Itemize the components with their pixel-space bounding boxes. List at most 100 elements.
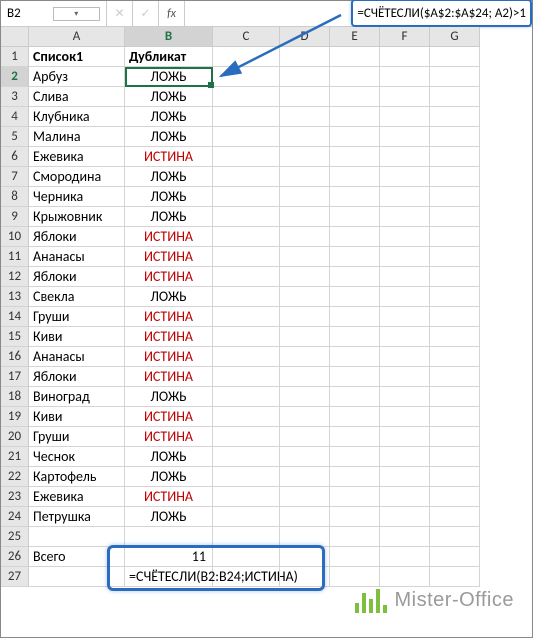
cell[interactable]: [330, 527, 380, 547]
row-header[interactable]: 9: [1, 207, 29, 227]
cell[interactable]: [213, 527, 280, 547]
cell[interactable]: [280, 147, 330, 167]
cell[interactable]: [330, 347, 380, 367]
cell[interactable]: [430, 447, 480, 467]
cell[interactable]: [213, 327, 280, 347]
cell[interactable]: [330, 247, 380, 267]
cell-duplicate-flag[interactable]: ИСТИНА: [125, 367, 213, 387]
cell[interactable]: [213, 187, 280, 207]
cell-list-item[interactable]: Слива: [29, 87, 125, 107]
cell-list-item[interactable]: Груши: [29, 307, 125, 327]
cell-duplicate-flag[interactable]: ЛОЖЬ: [125, 87, 213, 107]
cell-list-item[interactable]: Ежевика: [29, 487, 125, 507]
row-header[interactable]: 10: [1, 227, 29, 247]
cell[interactable]: [280, 227, 330, 247]
cell[interactable]: [330, 127, 380, 147]
cell[interactable]: [330, 287, 380, 307]
cell[interactable]: [213, 307, 280, 327]
cell[interactable]: [213, 407, 280, 427]
cell-list-item[interactable]: Ананасы: [29, 347, 125, 367]
cell[interactable]: [330, 227, 380, 247]
cell[interactable]: [280, 107, 330, 127]
cell[interactable]: [280, 507, 330, 527]
summary-formula[interactable]: =СЧЁТЕСЛИ(B2:B24;ИСТИНА): [125, 567, 213, 587]
cell[interactable]: [430, 147, 480, 167]
row-header[interactable]: 2: [1, 67, 29, 87]
row-header[interactable]: 6: [1, 147, 29, 167]
cell-list-item[interactable]: Яблоки: [29, 227, 125, 247]
cell[interactable]: [213, 167, 280, 187]
row-header[interactable]: 21: [1, 447, 29, 467]
cell-duplicate-flag[interactable]: ИСТИНА: [125, 487, 213, 507]
cell-list-item[interactable]: Петрушка: [29, 507, 125, 527]
col-header-E[interactable]: E: [330, 27, 380, 47]
row-header[interactable]: 20: [1, 427, 29, 447]
cell[interactable]: [213, 107, 280, 127]
cell[interactable]: [280, 467, 330, 487]
row-header[interactable]: 17: [1, 367, 29, 387]
cell[interactable]: [380, 127, 430, 147]
cell-list-item[interactable]: Крыжовник: [29, 207, 125, 227]
cell[interactable]: [330, 207, 380, 227]
summary-value[interactable]: 11: [125, 547, 213, 567]
cell[interactable]: [380, 447, 430, 467]
select-all-corner[interactable]: [1, 27, 29, 47]
cell-list-item[interactable]: Груши: [29, 427, 125, 447]
cell[interactable]: [380, 407, 430, 427]
cell[interactable]: [330, 407, 380, 427]
cell[interactable]: [330, 87, 380, 107]
cell[interactable]: [280, 367, 330, 387]
cell[interactable]: [280, 287, 330, 307]
cell[interactable]: [280, 407, 330, 427]
cell[interactable]: [380, 227, 430, 247]
cell[interactable]: [430, 207, 480, 227]
cell-list-item[interactable]: Свекла: [29, 287, 125, 307]
cell[interactable]: [330, 427, 380, 447]
cell-list-item[interactable]: Чеснок: [29, 447, 125, 467]
row-header[interactable]: 5: [1, 127, 29, 147]
cell[interactable]: [280, 567, 330, 587]
col-header-G[interactable]: G: [430, 27, 480, 47]
cell[interactable]: [430, 367, 480, 387]
cell-duplicate-flag[interactable]: ИСТИНА: [125, 227, 213, 247]
cell[interactable]: [380, 247, 430, 267]
cell[interactable]: [280, 267, 330, 287]
header-cell-B[interactable]: Дубликат: [125, 47, 213, 67]
cell[interactable]: [330, 307, 380, 327]
cell[interactable]: [380, 147, 430, 167]
cell[interactable]: [330, 107, 380, 127]
row-header[interactable]: 18: [1, 387, 29, 407]
cell[interactable]: [280, 527, 330, 547]
cell-list-item[interactable]: Ананасы: [29, 247, 125, 267]
cell-duplicate-flag[interactable]: ЛОЖЬ: [125, 507, 213, 527]
cell[interactable]: [380, 87, 430, 107]
cell-duplicate-flag[interactable]: ЛОЖЬ: [125, 127, 213, 147]
cell[interactable]: [213, 207, 280, 227]
cell-list-item[interactable]: Яблоки: [29, 267, 125, 287]
cell[interactable]: [430, 187, 480, 207]
cell[interactable]: [380, 267, 430, 287]
cell-list-item[interactable]: Киви: [29, 327, 125, 347]
cell[interactable]: [430, 107, 480, 127]
col-header-F[interactable]: F: [380, 27, 430, 47]
row-header[interactable]: 27: [1, 567, 29, 587]
cell-duplicate-flag[interactable]: ЛОЖЬ: [125, 467, 213, 487]
cell[interactable]: [213, 427, 280, 447]
cell[interactable]: [430, 467, 480, 487]
cell-duplicate-flag[interactable]: ЛОЖЬ: [125, 287, 213, 307]
cell[interactable]: [330, 467, 380, 487]
cell[interactable]: [380, 547, 430, 567]
cell[interactable]: [330, 567, 380, 587]
cell[interactable]: [213, 547, 280, 567]
col-header-D[interactable]: D: [280, 27, 330, 47]
cell[interactable]: [380, 467, 430, 487]
cell[interactable]: [280, 67, 330, 87]
row-header[interactable]: 23: [1, 487, 29, 507]
cell[interactable]: [29, 527, 125, 547]
cell[interactable]: [430, 227, 480, 247]
row-header[interactable]: 12: [1, 267, 29, 287]
row-header[interactable]: 19: [1, 407, 29, 427]
cell[interactable]: [280, 547, 330, 567]
col-header-B[interactable]: B: [125, 27, 213, 47]
cell[interactable]: [213, 287, 280, 307]
